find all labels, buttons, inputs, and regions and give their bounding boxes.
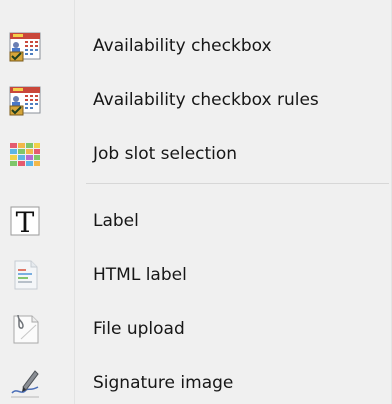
availability-calendar-icon <box>9 32 41 62</box>
menu-item-label: Job slot selection <box>93 144 238 164</box>
signature-pen-icon <box>11 370 39 398</box>
menu-separator <box>86 183 389 184</box>
menu-item-signature-image[interactable]: Signature image <box>0 363 392 403</box>
text-label-icon: T <box>10 206 40 237</box>
menu-item-label: HTML label <box>93 265 187 285</box>
menu-item-availability-checkbox-rules[interactable]: Availability checkbox rules <box>0 80 392 120</box>
menu-item-label: Availability checkbox <box>93 36 272 56</box>
menu-item-label: Label <box>93 211 139 231</box>
menu-item-availability-checkbox[interactable]: Availability checkbox <box>0 26 392 66</box>
menu-item-label: Signature image <box>93 373 234 393</box>
context-menu: Availability checkbox Availability check… <box>0 0 392 404</box>
availability-rules-icon <box>9 86 41 116</box>
menu-item-html-label[interactable]: HTML label <box>0 255 392 295</box>
job-slot-grid-icon <box>10 143 40 166</box>
file-upload-icon <box>13 314 39 344</box>
menu-item-file-upload[interactable]: File upload <box>0 309 392 349</box>
menu-item-label: Availability checkbox rules <box>93 90 319 110</box>
html-label-icon <box>14 260 38 290</box>
menu-item-job-slot-selection[interactable]: Job slot selection <box>0 134 392 174</box>
menu-item-label[interactable]: T Label <box>0 201 392 241</box>
menu-item-label: File upload <box>93 319 185 339</box>
svg-text:T: T <box>16 206 35 237</box>
